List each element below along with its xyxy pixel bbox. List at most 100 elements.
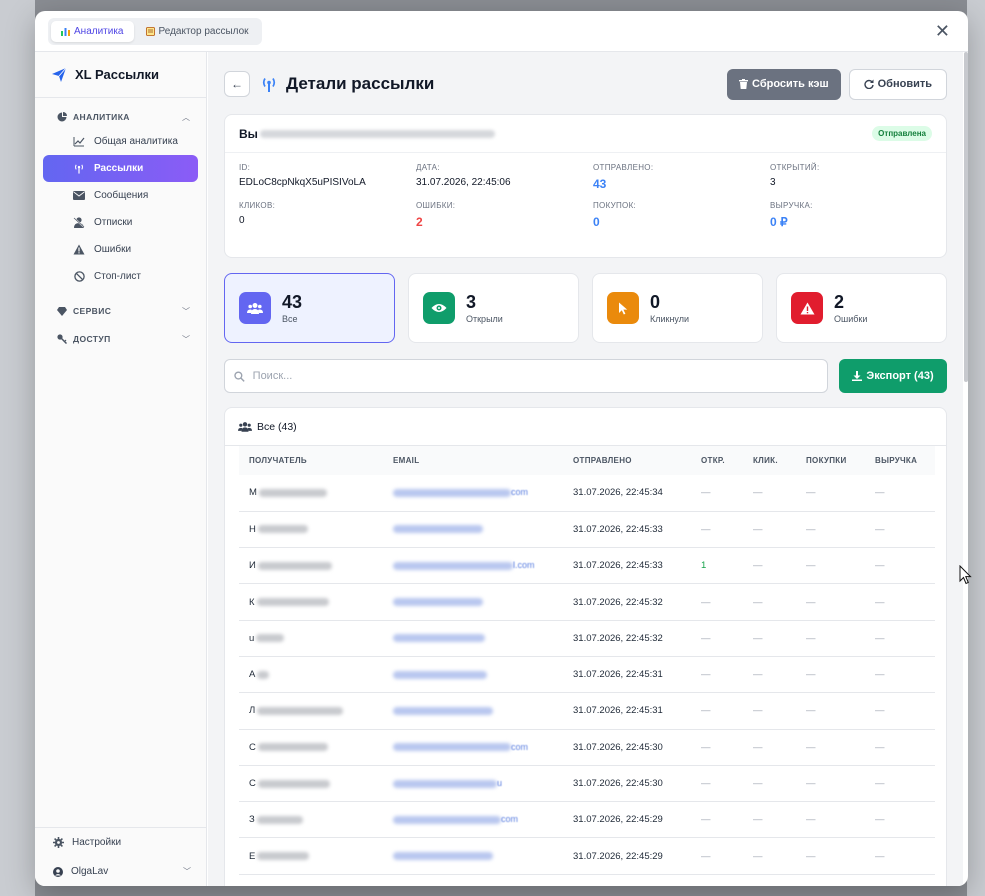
- table-row[interactable]: H 31.07.2026, 22:45:33— — — —: [239, 511, 935, 549]
- sidebar-item-stoplist[interactable]: Стоп-лист: [43, 263, 198, 290]
- cell-opens: —: [691, 765, 743, 803]
- sidebar-item-label: Стоп-лист: [94, 271, 141, 282]
- col-purchases[interactable]: ПОКУПКИ: [796, 446, 865, 475]
- recipient-name-blurred: [257, 670, 270, 679]
- search-input[interactable]: [252, 370, 827, 382]
- table-row[interactable]: u 31.07.2026, 22:45:32— — — —: [239, 620, 935, 657]
- col-revenue[interactable]: ВЫРУЧКА: [865, 446, 935, 475]
- sidebar-item-messages[interactable]: Сообщения: [43, 182, 198, 209]
- cell-purchases: —: [796, 837, 865, 875]
- cell-purchases: —: [796, 475, 865, 512]
- cell-clicks: —: [743, 511, 796, 549]
- sidebar-item-overview[interactable]: Общая аналитика: [43, 128, 198, 155]
- sidebar-bottom: Настройки OlgaLav ﹀: [35, 827, 207, 886]
- col-recipient[interactable]: ПОЛУЧАТЕЛЬ: [239, 446, 383, 475]
- table-row[interactable]: Cu 31.07.2026, 22:45:30— — — —: [239, 765, 935, 803]
- email-visible-suffix: u: [497, 778, 503, 789]
- table-title: Все (43): [257, 420, 297, 433]
- refresh-button[interactable]: Обновить: [848, 68, 947, 100]
- col-email[interactable]: EMAIL: [383, 446, 563, 475]
- recipient-initial: H: [249, 523, 256, 535]
- sidebar-section-service[interactable]: СЕРВИС ﹀: [35, 300, 206, 322]
- sidebar-item-mailings[interactable]: Рассылки: [43, 155, 198, 182]
- background-page-left: [0, 0, 35, 896]
- table-row[interactable]: Л 31.07.2026, 22:45:31— — — —: [239, 692, 935, 730]
- sidebar-section-analytics[interactable]: АНАЛИТИКА ︿: [35, 106, 206, 128]
- cell-clicks: —: [743, 475, 796, 512]
- cell-sent: 31.07.2026, 22:45:34: [563, 475, 691, 512]
- settings-link[interactable]: Настройки: [35, 828, 207, 857]
- settings-label: Настройки: [72, 837, 122, 848]
- search-box: [224, 359, 828, 393]
- cell-revenue: —: [865, 583, 935, 621]
- cell-email: com: [383, 475, 563, 512]
- stat-card-all[interactable]: 43 Все: [224, 273, 395, 343]
- table-row[interactable]: Ccom 31.07.2026, 22:45:30— — — —: [239, 729, 935, 766]
- modal-window: Аналитика Редактор рассылок ✕ XL Рассылк…: [35, 11, 968, 886]
- user-menu[interactable]: OlgaLav ﹀: [35, 857, 207, 886]
- cell-email: u: [383, 765, 563, 803]
- stat-card-errors[interactable]: 2 Ошибки: [776, 273, 947, 343]
- export-button[interactable]: Экспорт (43): [839, 359, 947, 393]
- table-row[interactable]: A 31.07.2026, 22:45:31— — — —: [239, 656, 935, 694]
- memo-icon: [145, 26, 155, 36]
- cell-sent: 31.07.2026, 22:45:31: [563, 692, 691, 730]
- stat-opened-label: Открыли: [466, 314, 503, 324]
- paper-plane-icon: [52, 67, 67, 82]
- table-row[interactable]: Иl.com 31.07.2026, 22:45:33 1— — —: [239, 547, 935, 585]
- recipient-name-blurred: [256, 598, 329, 607]
- top-tabs: Аналитика Редактор рассылок: [48, 17, 262, 45]
- table-row[interactable]: E 31.07.2026, 22:45:29— — — —: [239, 837, 935, 875]
- cell-recipient: C: [239, 729, 383, 766]
- scrollbar[interactable]: [964, 52, 968, 382]
- back-button[interactable]: ←: [224, 71, 250, 97]
- email-blurred: [393, 488, 511, 497]
- sidebar-item-label: Отписки: [94, 217, 133, 228]
- warning-icon: [73, 244, 85, 256]
- cell-opens: —: [691, 475, 743, 512]
- cell-opens: —: [691, 837, 743, 875]
- recipient-name-blurred: [257, 525, 308, 534]
- col-opens[interactable]: ОТКР.: [691, 446, 743, 475]
- recipient-initial: И: [249, 560, 256, 572]
- download-icon: [852, 371, 863, 381]
- email-blurred: [393, 525, 483, 534]
- recipient-initial: E: [249, 850, 256, 862]
- cell-opens: —: [691, 511, 743, 549]
- tab-analytics[interactable]: Аналитика: [51, 20, 134, 42]
- cell-purchases: —: [796, 729, 865, 766]
- table-row[interactable]: Зcom 31.07.2026, 22:45:29— — — —: [239, 801, 935, 839]
- stat-opened-value: 3: [466, 292, 477, 312]
- email-visible-suffix: com: [501, 814, 519, 825]
- opens-value: 3: [770, 177, 776, 188]
- cell-revenue: —: [865, 729, 935, 766]
- cell-sent: 31.07.2026, 22:45:33: [563, 547, 691, 585]
- reset-cache-button[interactable]: Сбросить кэш: [727, 68, 841, 100]
- sidebar-item-unsubscribes[interactable]: Отписки: [43, 209, 198, 236]
- col-sent[interactable]: ОТПРАВЛЕНО: [563, 446, 691, 475]
- recipient-name-blurred: [257, 743, 328, 752]
- sidebar-section-access[interactable]: ДОСТУП ﹀: [35, 328, 206, 350]
- page-title: Детали рассылки: [286, 74, 435, 93]
- sidebar-item-errors[interactable]: Ошибки: [43, 236, 198, 263]
- recipient-initial: A: [249, 669, 256, 681]
- tab-editor[interactable]: Редактор рассылок: [136, 21, 259, 42]
- cell-sent: 31.07.2026, 22:45:30: [563, 729, 691, 766]
- col-clicks[interactable]: КЛИК.: [743, 446, 796, 475]
- recipient-initial: C: [249, 741, 256, 753]
- stat-card-clicked[interactable]: 0 Кликнули: [592, 273, 763, 343]
- email-blurred: [393, 634, 485, 643]
- cell-recipient: E: [239, 837, 383, 875]
- sidebar-section-service-label: СЕРВИС: [73, 306, 112, 316]
- close-icon[interactable]: ✕: [935, 22, 950, 40]
- cell-email: com: [383, 729, 563, 766]
- users-icon: [239, 292, 271, 324]
- email-blurred: [393, 852, 493, 861]
- table-row[interactable]: К 31.07.2026, 22:45:32— — — —: [239, 583, 935, 621]
- stat-card-opened[interactable]: 3 Открыли: [408, 273, 579, 343]
- opens-label: ОТКРЫТИЙ:: [770, 163, 820, 172]
- chevron-down-icon: ﹀: [183, 867, 191, 876]
- email-visible-suffix: l.com: [513, 560, 535, 571]
- table-row[interactable]: Mcom 31.07.2026, 22:45:34— — — —: [239, 475, 935, 512]
- cell-revenue: —: [865, 801, 935, 839]
